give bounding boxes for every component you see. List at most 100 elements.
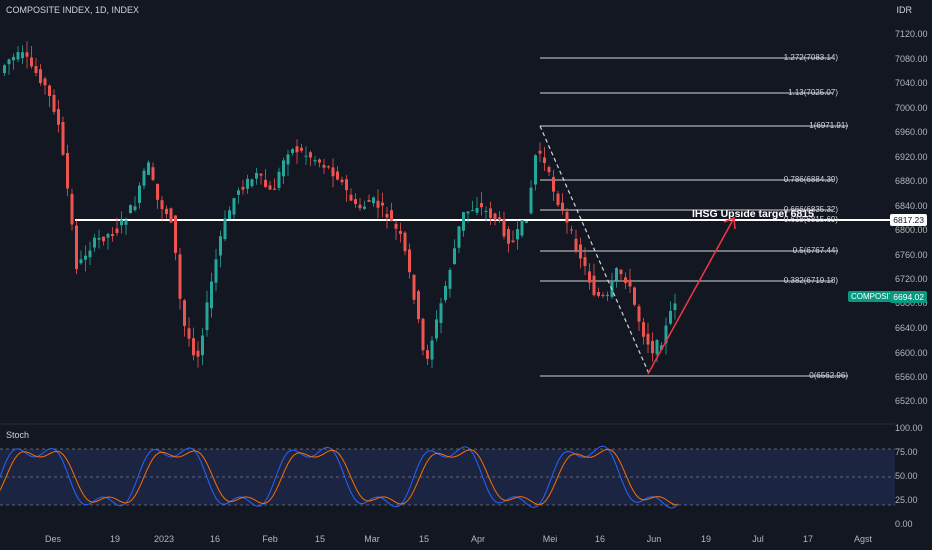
candle-body [556, 193, 560, 205]
candle-body [466, 211, 470, 214]
candle-body [115, 228, 119, 233]
candle-body [345, 179, 348, 191]
candle-body [75, 225, 78, 270]
candle-body [669, 310, 672, 324]
candle-body [300, 147, 303, 151]
candle-body [385, 213, 389, 218]
fib-level-label: 1.13(7025.07) [788, 88, 838, 97]
candle-body [381, 202, 384, 206]
candle-body [304, 155, 308, 157]
candle-body [394, 223, 398, 229]
price-axis-label: 7000.00 [895, 103, 928, 113]
candle-body [340, 179, 344, 183]
candle-body [174, 215, 177, 254]
time-axis-label: Jul [752, 534, 764, 544]
stoch-axis-label: 0.00 [895, 519, 913, 529]
candle-body [601, 295, 605, 297]
candle-body [183, 300, 186, 326]
candle-body [232, 198, 236, 215]
time-axis-label: 19 [700, 534, 712, 544]
candle-body [129, 205, 132, 214]
price-axis-label: 7040.00 [895, 78, 928, 88]
price-axis-label: 6720.00 [895, 274, 928, 284]
time-axis-label: 16 [594, 534, 606, 544]
candle-body [457, 226, 461, 248]
candle-body [70, 193, 74, 225]
candle-body [39, 69, 42, 83]
fib-level-label: 0.382(6719.18) [783, 276, 838, 285]
candle-body [646, 333, 650, 345]
candle-body [507, 229, 510, 244]
candle-body [124, 220, 128, 225]
candle-body [165, 208, 168, 215]
candle-body [7, 59, 11, 65]
fib-level-label: 0.666(6835.32) [783, 205, 838, 214]
upside-arrow[interactable] [647, 217, 735, 375]
fib-level-label: 0(6562.96) [809, 371, 848, 380]
candle-body [12, 56, 15, 61]
candle-body [201, 335, 204, 356]
candle-body [210, 281, 213, 309]
candle-body [228, 210, 231, 220]
candle-body [439, 303, 443, 324]
candle-body [354, 199, 357, 204]
candle-body [412, 274, 416, 300]
candle-body [156, 183, 159, 200]
candle-body [430, 340, 434, 360]
candle-body [97, 237, 101, 240]
price-axis-label: 7080.00 [895, 54, 928, 64]
fib-level-label: 1(6971.91) [809, 121, 848, 130]
candle-body [525, 220, 528, 223]
candle-body [264, 179, 267, 187]
candle-body [93, 237, 96, 248]
price-axis-label: 6920.00 [895, 152, 928, 162]
candle-body [57, 109, 60, 125]
candle-body [196, 350, 200, 357]
candle-body [88, 250, 92, 258]
time-axis-label: 16 [209, 534, 221, 544]
candle-body [453, 248, 456, 265]
time-axis-label: Jun [646, 534, 662, 544]
candle-body [79, 259, 83, 264]
price-axis-label: 6560.00 [895, 372, 928, 382]
candle-body [619, 269, 623, 275]
candle-body [318, 159, 321, 163]
candle-body [187, 328, 191, 339]
candle-body [255, 172, 258, 179]
candle-body [363, 206, 366, 209]
candle-body [3, 65, 6, 74]
time-axis-label: 2023 [153, 534, 175, 544]
price-axis-label: 7120.00 [895, 29, 928, 39]
candle-body [516, 229, 519, 240]
candle-body [21, 52, 24, 59]
candle-body [480, 203, 483, 208]
candle-body [313, 160, 317, 162]
time-axis-label: Mei [542, 534, 558, 544]
candle-body [147, 162, 150, 175]
candle-body [106, 233, 110, 238]
time-axis-label: 17 [802, 534, 814, 544]
price-line-badge: 6817.23 [890, 214, 927, 226]
fib-level-label: 0.5(6767.44) [792, 246, 838, 255]
price-chart[interactable] [0, 0, 932, 550]
candle-body [358, 204, 362, 209]
candle-body [16, 52, 20, 60]
candle-body [214, 259, 218, 283]
candle-body [444, 285, 447, 301]
candle-body [520, 220, 524, 236]
candle-body [673, 303, 677, 311]
candle-body [493, 213, 497, 220]
candle-body [133, 206, 137, 211]
candle-body [502, 219, 506, 237]
candle-body [237, 190, 240, 195]
candle-body [286, 154, 290, 165]
candle-body [120, 219, 123, 226]
candle-body [192, 338, 195, 356]
candle-body [268, 185, 272, 190]
candle-body [102, 236, 105, 242]
candle-body [336, 171, 339, 180]
time-axis-label: 15 [418, 534, 430, 544]
candle-body [475, 207, 479, 213]
stoch-label: Stoch [6, 430, 30, 440]
candle-body [543, 157, 546, 164]
